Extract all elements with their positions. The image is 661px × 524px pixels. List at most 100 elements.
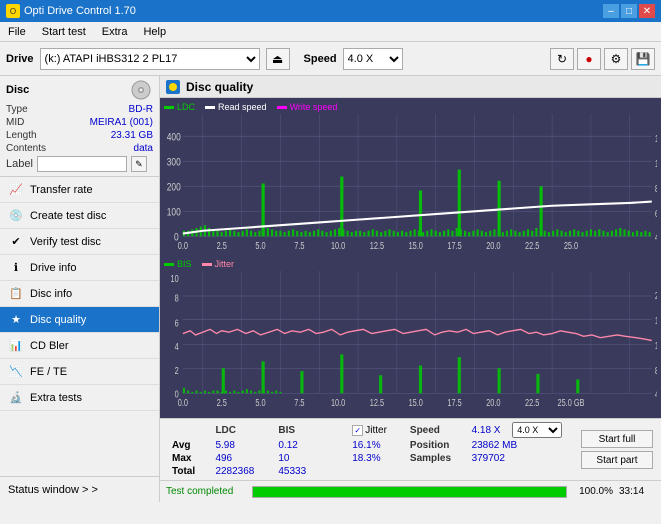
disc-label-text: Label: [6, 158, 33, 170]
jitter-checkbox-cell[interactable]: ✓ Jitter: [346, 421, 404, 439]
disc-button[interactable]: ●: [577, 48, 601, 70]
disc-quality-title: Disc quality: [186, 80, 253, 94]
total-bis: 45333: [272, 465, 321, 478]
settings-button[interactable]: ⚙: [604, 48, 628, 70]
sidebar-item-verify-test-disc[interactable]: ✔ Verify test disc: [0, 229, 159, 255]
svg-text:12X: 12X: [655, 133, 657, 144]
svg-text:7.5: 7.5: [294, 397, 304, 408]
titlebar-left: O Opti Drive Control 1.70: [6, 4, 136, 18]
svg-text:200: 200: [167, 181, 181, 193]
action-buttons: Start full Start part: [581, 430, 653, 469]
svg-text:100: 100: [167, 206, 181, 218]
disc-type-label: Type: [6, 104, 28, 115]
start-full-button[interactable]: Start full: [581, 430, 653, 448]
menu-extra[interactable]: Extra: [98, 24, 132, 40]
status-text: Test completed: [166, 486, 246, 497]
ldc-legend-label: LDC: [177, 102, 195, 112]
svg-text:25.0: 25.0: [564, 240, 578, 251]
start-part-button[interactable]: Start part: [581, 451, 653, 469]
svg-text:4: 4: [175, 341, 179, 352]
menu-help[interactable]: Help: [139, 24, 170, 40]
progress-percent: 100.0%: [573, 486, 613, 497]
save-button[interactable]: 💾: [631, 48, 655, 70]
svg-text:16%: 16%: [655, 315, 657, 326]
speed-select[interactable]: 4.0 X: [343, 48, 403, 70]
disc-contents-label: Contents: [6, 143, 46, 154]
speed-select-stats[interactable]: 4.0 X: [512, 422, 562, 438]
svg-text:8%: 8%: [655, 365, 657, 376]
position-label: Position: [404, 439, 470, 452]
label-edit-button[interactable]: ✎: [131, 156, 147, 172]
extra-tests-icon: 🔬: [8, 390, 24, 406]
sidebar-item-transfer-rate[interactable]: 📈 Transfer rate: [0, 177, 159, 203]
disc-label-row: Label ✎: [6, 156, 153, 172]
svg-text:0.0: 0.0: [178, 240, 188, 251]
sidebar-item-cd-bler[interactable]: 📊 CD Bler: [0, 333, 159, 359]
sidebar-item-create-test-disc[interactable]: 💿 Create test disc: [0, 203, 159, 229]
svg-text:2.5: 2.5: [217, 397, 227, 408]
menu-start-test[interactable]: Start test: [38, 24, 90, 40]
refresh-button[interactable]: ↻: [550, 48, 574, 70]
write-speed-legend-dot: [277, 106, 287, 109]
samples-value: 379702: [470, 452, 577, 465]
stats-row: LDC BIS ✓ Jitter Speed 4.18 X: [166, 421, 655, 478]
max-ldc: 496: [209, 452, 272, 465]
eject-button[interactable]: ⏏: [266, 48, 290, 70]
disc-length-value: 23.31 GB: [111, 130, 153, 141]
sidebar-item-fe-te[interactable]: 📉 FE / TE: [0, 359, 159, 385]
jitter-checkbox[interactable]: ✓: [352, 425, 363, 436]
status-window-label: Status window > >: [8, 484, 98, 496]
minimize-button[interactable]: –: [603, 4, 619, 18]
upper-chart: LDC Read speed Write speed: [164, 102, 657, 257]
svg-text:17.5: 17.5: [447, 397, 461, 408]
titlebar-controls[interactable]: – □ ✕: [603, 4, 655, 18]
disc-header: Disc: [6, 80, 153, 100]
status-window-button[interactable]: Status window > >: [0, 476, 159, 502]
sidebar-item-verify-test-disc-label: Verify test disc: [30, 236, 101, 248]
svg-text:0.0: 0.0: [178, 397, 188, 408]
drive-select[interactable]: (k:) ATAPI iHBS312 2 PL17: [40, 48, 260, 70]
svg-text:8: 8: [175, 293, 179, 304]
svg-text:20.0: 20.0: [486, 240, 500, 251]
sidebar-item-extra-tests[interactable]: 🔬 Extra tests: [0, 385, 159, 411]
svg-text:400: 400: [167, 131, 181, 143]
close-button[interactable]: ✕: [639, 4, 655, 18]
sidebar: Disc Type BD-R MID MEIRA1 (001) Length 2…: [0, 76, 160, 502]
svg-text:12.5: 12.5: [370, 397, 384, 408]
upper-legend: LDC Read speed Write speed: [164, 102, 657, 112]
stats-table: LDC BIS ✓ Jitter Speed 4.18 X: [166, 421, 577, 478]
sidebar-item-create-test-disc-label: Create test disc: [30, 210, 106, 222]
jitter-legend-label: Jitter: [215, 259, 235, 269]
ldc-legend-dot: [164, 106, 174, 109]
app-title: Opti Drive Control 1.70: [24, 5, 136, 17]
svg-text:6X: 6X: [655, 208, 657, 219]
svg-text:6: 6: [175, 318, 179, 329]
speed-header: Speed: [404, 421, 470, 439]
legend-read-speed: Read speed: [205, 102, 267, 112]
total-ldc: 2282368: [209, 465, 272, 478]
disc-quality-header: Disc quality: [160, 76, 661, 98]
samples-label: Samples: [404, 452, 470, 465]
stats-footer: LDC BIS ✓ Jitter Speed 4.18 X: [160, 418, 661, 480]
bis-legend-dot: [164, 263, 174, 266]
sidebar-item-drive-info[interactable]: ℹ Drive info: [0, 255, 159, 281]
sidebar-item-disc-info-label: Disc info: [30, 288, 72, 300]
svg-text:12%: 12%: [655, 340, 657, 351]
svg-text:4X: 4X: [655, 231, 657, 242]
label-input[interactable]: [37, 156, 127, 172]
svg-text:10.0: 10.0: [331, 240, 345, 251]
sidebar-item-disc-quality[interactable]: ★ Disc quality: [0, 307, 159, 333]
toolbar-right-buttons: ↻ ● ⚙ 💾: [550, 48, 655, 70]
svg-text:12.5: 12.5: [370, 240, 384, 251]
maximize-button[interactable]: □: [621, 4, 637, 18]
sidebar-item-fe-te-label: FE / TE: [30, 366, 67, 378]
bis-legend-label: BIS: [177, 259, 192, 269]
disc-type-row: Type BD-R: [6, 104, 153, 115]
lower-legend: BIS Jitter: [164, 259, 657, 269]
svg-text:20%: 20%: [655, 290, 657, 301]
legend-jitter: Jitter: [202, 259, 235, 269]
verify-test-disc-icon: ✔: [8, 234, 24, 250]
disc-length-row: Length 23.31 GB: [6, 130, 153, 141]
menu-file[interactable]: File: [4, 24, 30, 40]
sidebar-item-disc-info[interactable]: 📋 Disc info: [0, 281, 159, 307]
